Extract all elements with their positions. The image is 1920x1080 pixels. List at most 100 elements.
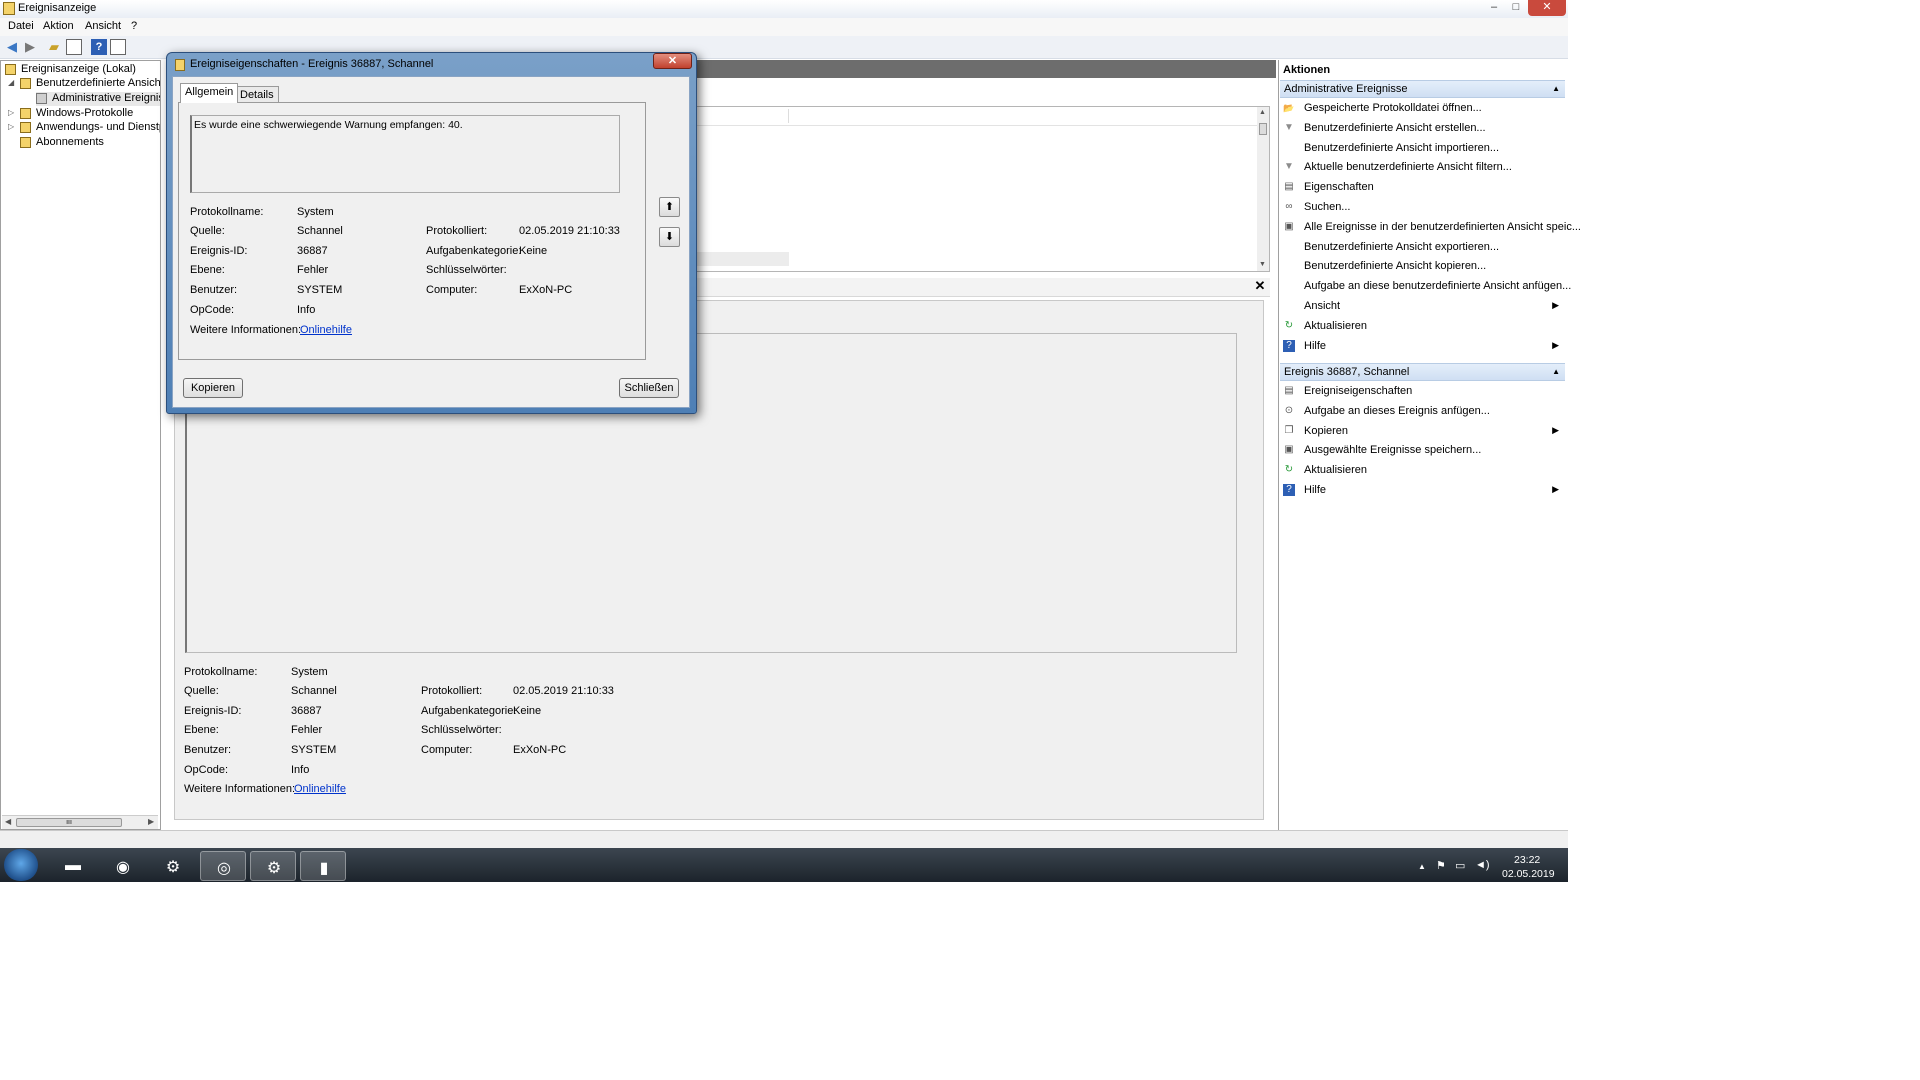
taskbar-app-event-viewer[interactable]: ▮ <box>300 851 346 881</box>
action-item[interactable]: ▣ Alle Ereignisse in der benutzerdefinier… <box>1280 219 1581 237</box>
taskbar-app-steam[interactable]: ⚙ <box>150 851 196 881</box>
menu-help[interactable]: ? <box>127 20 141 32</box>
maximize-button[interactable]: □ <box>1505 0 1527 16</box>
value-source: Schannel <box>297 225 343 237</box>
action-item[interactable]: ? Hilfe ▶ <box>1280 482 1565 500</box>
label-keywords: Schlüsselwörter: <box>426 264 507 276</box>
tree-horizontal-scrollbar[interactable]: ◀ ııı ▶ <box>2 815 158 829</box>
detail-label-source: Quelle: <box>184 685 219 697</box>
network-icon[interactable]: ▭ <box>1455 859 1465 872</box>
action-item[interactable]: ❐ Kopieren ▶ <box>1280 423 1565 441</box>
tree-item-app-service-logs[interactable]: ▷ Anwendungs- und Dienstprotokolle <box>8 121 160 135</box>
dialog-close-button[interactable]: ✕ <box>653 53 692 69</box>
collapse-icon[interactable]: ▲ <box>1552 367 1560 376</box>
action-item[interactable]: ? Hilfe ▶ <box>1280 338 1565 356</box>
clock-date[interactable]: 02.05.2019 <box>1502 868 1555 880</box>
show-hide-tree-icon[interactable] <box>66 39 82 55</box>
label-event-id: Ereignis-ID: <box>190 245 248 257</box>
collapse-icon[interactable]: ▲ <box>1552 84 1560 93</box>
taskbar-app-steam-active[interactable]: ⚙ <box>250 851 296 881</box>
dialog-title: Ereigniseigenschaften - Ereignis 36887, … <box>190 58 434 70</box>
menu-aktion[interactable]: Aktion <box>39 20 78 32</box>
collapsed-arrow-icon[interactable]: ▷ <box>8 122 16 131</box>
column-divider[interactable] <box>788 109 789 123</box>
taskbar-app-headset-app[interactable]: ◉ <box>100 851 146 881</box>
event-viewer-icon <box>3 2 15 15</box>
headset-app-icon: ◉ <box>116 859 130 876</box>
minimize-button[interactable]: – <box>1483 0 1505 16</box>
action-label: Alle Ereignisse in der benutzerdefiniert… <box>1304 220 1581 233</box>
label-log-name: Protokollname: <box>190 206 264 218</box>
forward-icon[interactable]: ▶ <box>22 39 38 55</box>
action-item[interactable]: ⊙ Aufgabe an dieses Ereignis anfügen... <box>1280 403 1565 421</box>
action-item[interactable]: ▤ Eigenschaften <box>1280 179 1565 197</box>
show-hide-action-pane-icon[interactable] <box>110 39 126 55</box>
scroll-down-icon[interactable]: ▼ <box>1259 261 1266 268</box>
action-item[interactable]: Benutzerdefinierte Ansicht importieren..… <box>1280 140 1565 158</box>
detail-online-help-link[interactable]: Onlinehilfe <box>294 783 346 795</box>
start-button[interactable] <box>4 849 38 881</box>
submenu-arrow-icon: ▶ <box>1552 339 1559 350</box>
action-item[interactable]: ∞ Suchen... <box>1280 199 1565 217</box>
steam-icon: ⚙ <box>165 859 181 876</box>
tree-item-admin-events[interactable]: Administrative Ereignisse <box>36 92 160 106</box>
action-label: Benutzerdefinierte Ansicht exportieren..… <box>1304 240 1500 253</box>
actions-section-admin-events[interactable]: Administrative Ereignisse ▲ <box>1280 80 1565 98</box>
folder-up-icon[interactable]: ▰ <box>46 39 62 55</box>
detail-label-more-info: Weitere Informationen: <box>184 783 296 795</box>
close-button[interactable]: Schließen <box>619 378 679 398</box>
event-list-scrollbar[interactable]: ▲ ▼ <box>1257 107 1269 271</box>
action-item[interactable]: ▼ Aktuelle benutzerdefinierte Ansicht fil… <box>1280 159 1565 177</box>
scroll-left-icon[interactable]: ◀ <box>5 817 11 826</box>
label-task-category: Aufgabenkategorie: <box>426 245 522 257</box>
copy-icon: ❐ <box>1284 424 1294 436</box>
action-item[interactable]: Aufgabe an diese benutzerdefinierte Ansi… <box>1280 278 1571 296</box>
volume-icon[interactable]: ◄) <box>1475 859 1490 871</box>
action-item[interactable]: Benutzerdefinierte Ansicht kopieren... <box>1280 258 1565 276</box>
action-item[interactable]: ▤ Ereigniseigenschaften <box>1280 383 1565 401</box>
taskbar-app-chrome[interactable]: ◎ <box>200 851 246 881</box>
scrollbar-thumb[interactable]: ııı <box>16 818 122 827</box>
action-item[interactable]: ↻ Aktualisieren <box>1280 318 1565 336</box>
action-label: Aufgabe an diese benutzerdefinierte Ansi… <box>1304 280 1572 293</box>
action-item[interactable]: 📂 Gespeicherte Protokolldatei öffnen... <box>1280 100 1565 118</box>
scrollbar-thumb[interactable] <box>1259 123 1267 135</box>
list-row[interactable] <box>697 252 789 266</box>
menu-ansicht[interactable]: Ansicht <box>81 20 125 32</box>
tree-item-label: Benutzerdefinierte Ansichten <box>36 77 160 89</box>
value-task-category: Keine <box>519 245 548 257</box>
action-label: Benutzerdefinierte Ansicht kopieren... <box>1304 260 1487 273</box>
collapsed-arrow-icon[interactable]: ▷ <box>8 108 16 117</box>
taskbar-app-explorer[interactable]: ▬ <box>50 851 96 881</box>
close-window-button[interactable]: ✕ <box>1528 0 1566 16</box>
tray-expand-icon[interactable]: ▲ <box>1418 862 1426 871</box>
action-item[interactable]: ↻ Aktualisieren <box>1280 462 1565 480</box>
tree-item-label: Ereignisanzeige (Lokal) <box>21 63 136 75</box>
copy-button[interactable]: Kopieren <box>183 378 243 398</box>
action-item[interactable]: ▼ Benutzerdefinierte Ansicht erstellen... <box>1280 120 1565 138</box>
expanded-arrow-icon[interactable]: ◢ <box>8 78 16 87</box>
flag-icon[interactable]: ⚑ <box>1436 859 1446 872</box>
actions-title: Aktionen <box>1283 64 1331 76</box>
help-icon[interactable]: ? <box>91 39 107 55</box>
action-item[interactable]: Benutzerdefinierte Ansicht exportieren..… <box>1280 239 1565 257</box>
tab-general[interactable]: Allgemein <box>180 83 239 103</box>
previous-event-button[interactable]: ⬆ <box>659 197 680 217</box>
action-item[interactable]: Ansicht ▶ <box>1280 298 1565 316</box>
action-item[interactable]: ▣ Ausgewählte Ereignisse speichern... <box>1280 442 1565 460</box>
clock-time[interactable]: 23:22 <box>1514 854 1540 866</box>
tree-item-label: Abonnements <box>36 136 104 148</box>
online-help-link[interactable]: Onlinehilfe <box>300 324 352 336</box>
submenu-arrow-icon: ▶ <box>1552 300 1559 310</box>
next-event-button[interactable]: ⬇ <box>659 227 680 247</box>
close-detail-pane-icon[interactable]: ✕ <box>1253 279 1267 293</box>
actions-section-event[interactable]: Ereignis 36887, Schannel ▲ <box>1280 363 1565 381</box>
folder-icon <box>20 122 31 133</box>
folder-open-icon: 📂 <box>1283 103 1295 113</box>
tree-item-custom-views[interactable]: ◢ Benutzerdefinierte Ansichten <box>8 77 160 91</box>
scroll-up-icon[interactable]: ▲ <box>1259 109 1266 116</box>
menu-datei[interactable]: Datei <box>4 20 38 32</box>
action-label: Benutzerdefinierte Ansicht erstellen... <box>1304 121 1486 134</box>
back-icon[interactable]: ◀ <box>4 39 20 55</box>
scroll-right-icon[interactable]: ▶ <box>148 817 154 826</box>
